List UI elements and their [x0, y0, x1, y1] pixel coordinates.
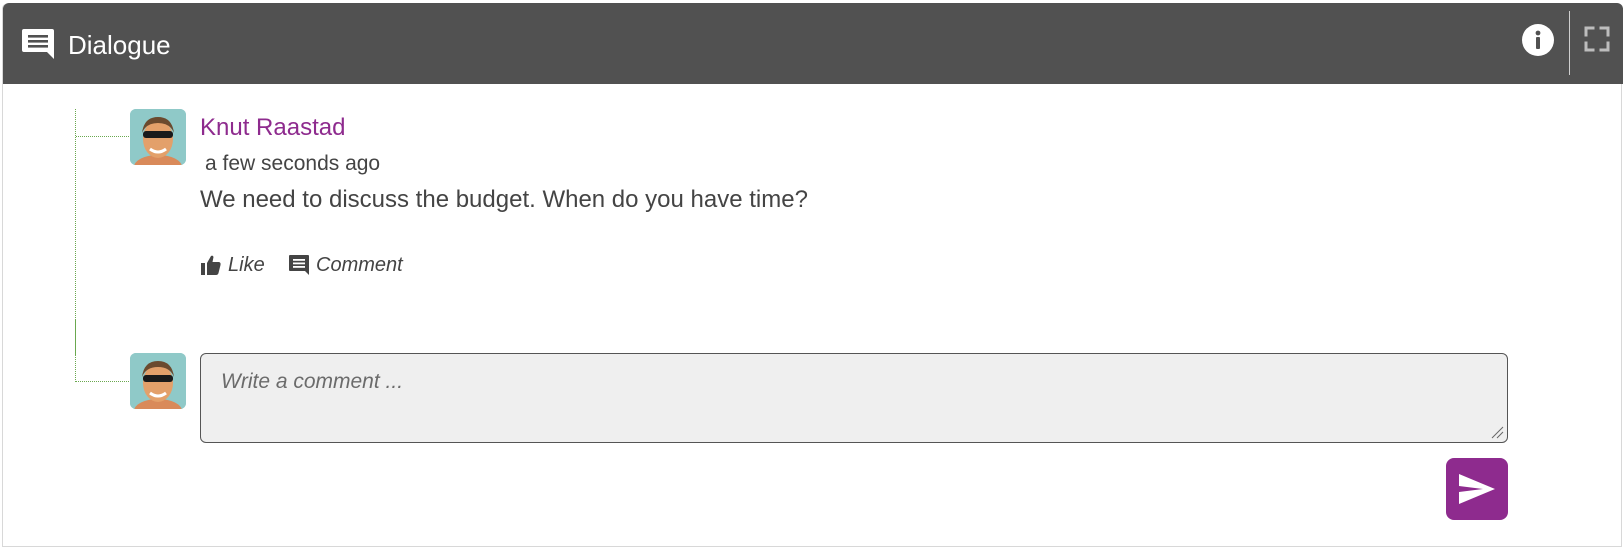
fullscreen-icon[interactable]: [1583, 25, 1611, 53]
comment-icon: [289, 255, 309, 275]
thread-branch-post: [76, 136, 129, 137]
thumbs-up-icon: [201, 255, 221, 275]
info-icon[interactable]: [1521, 23, 1555, 57]
panel-header: Dialogue: [3, 3, 1623, 84]
comment-input[interactable]: [200, 353, 1508, 443]
comment-label: Comment: [316, 253, 403, 276]
header-divider: [1569, 11, 1570, 75]
post-timestamp: a few seconds ago: [205, 152, 381, 175]
comment-button[interactable]: Comment: [288, 251, 403, 279]
current-user-avatar: [130, 353, 186, 409]
send-button[interactable]: [1446, 458, 1508, 520]
send-icon: [1459, 474, 1495, 504]
thread-branch-comment: [76, 381, 129, 382]
chat-bubble-icon: [22, 29, 54, 59]
author-name[interactable]: Knut Raastad: [200, 113, 345, 143]
post-message: We need to discuss the budget. When do y…: [200, 186, 808, 213]
like-button[interactable]: Like: [200, 251, 265, 279]
resize-grip-icon[interactable]: [1490, 425, 1504, 439]
like-label: Like: [228, 253, 265, 276]
thread-line-segment: [75, 320, 76, 356]
panel-title: Dialogue: [68, 30, 171, 60]
author-avatar[interactable]: [130, 109, 186, 165]
